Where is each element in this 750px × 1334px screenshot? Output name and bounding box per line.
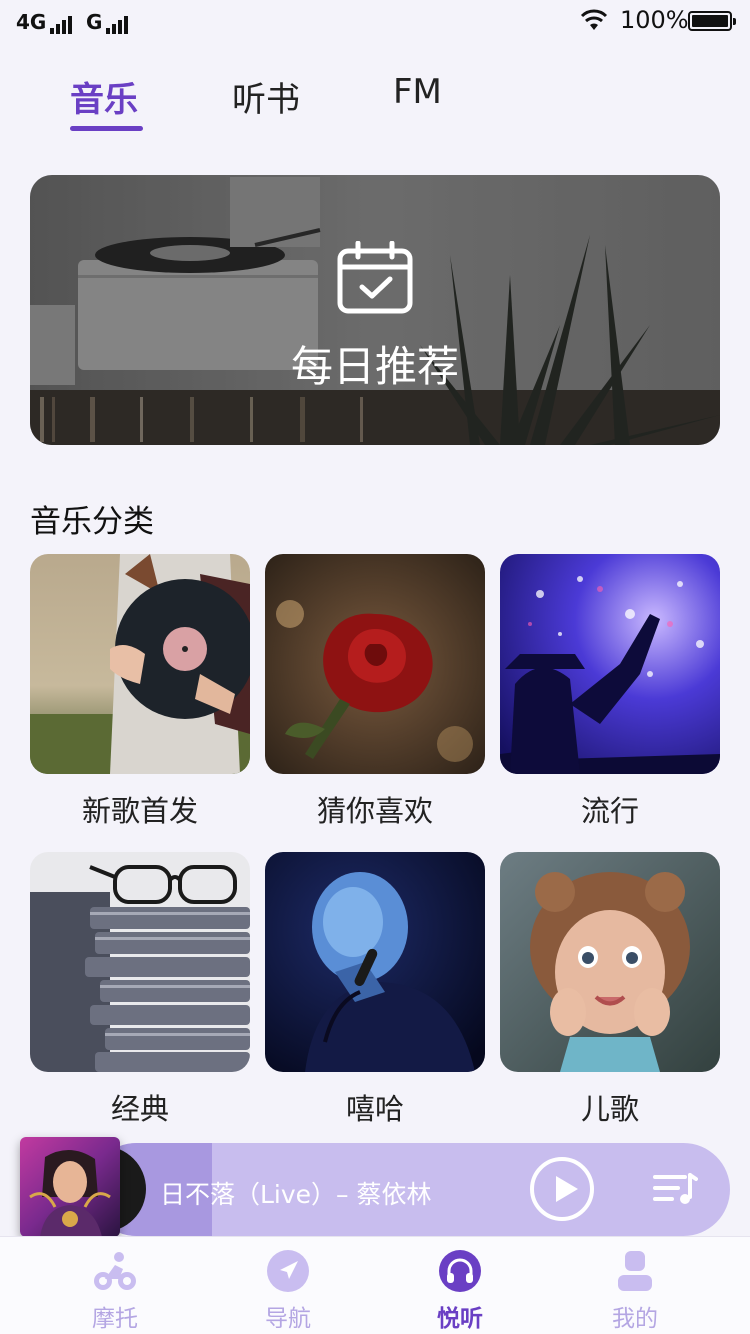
category-label: 嘻哈 [345, 1092, 404, 1126]
signal-bars-icon [50, 16, 73, 34]
battery-percentage: 100% [620, 6, 689, 34]
category-card-pop[interactable]: 流行 [500, 554, 720, 828]
bottom-navigation: 摩托 导航 悦听 我的 [0, 1236, 750, 1334]
category-label: 经典 [110, 1092, 169, 1126]
category-image [265, 852, 485, 1072]
category-label: 新歌首发 [81, 794, 198, 828]
nav-label: 悦听 [437, 1306, 483, 1332]
carrier-g-label: G [86, 10, 103, 34]
user-icon [618, 1251, 652, 1291]
category-image [265, 554, 485, 774]
play-icon [556, 1176, 578, 1202]
nav-label: 我的 [612, 1306, 658, 1332]
active-tab-indicator [70, 126, 143, 131]
signal-bars-icon [106, 16, 129, 34]
category-image [30, 852, 250, 1072]
mini-player[interactable]: 日不落（Live）– 蔡依林 [20, 1137, 730, 1237]
play-button[interactable] [530, 1157, 594, 1221]
daily-recommend-banner[interactable]: 每日推荐 [30, 175, 720, 445]
section-title: 音乐分类 [30, 504, 154, 540]
category-label: 儿歌 [580, 1092, 639, 1126]
nav-item-navigation[interactable]: 导航 [228, 1249, 348, 1333]
tab-music[interactable]: 音乐 [70, 72, 138, 121]
battery-icon [688, 11, 736, 31]
carrier-4g-label: 4G [16, 10, 47, 34]
tab-audiobook[interactable]: 听书 [232, 72, 300, 121]
category-image [500, 852, 720, 1072]
nav-label: 导航 [265, 1306, 311, 1332]
category-label: 流行 [580, 794, 639, 828]
signal-g: G [86, 10, 129, 34]
category-card-new-songs[interactable]: 新歌首发 [30, 554, 250, 828]
category-label: 猜你喜欢 [316, 794, 433, 828]
banner-title: 每日推荐 [290, 342, 459, 391]
nav-item-profile[interactable]: 我的 [575, 1249, 695, 1333]
motorcycle-icon [94, 1252, 136, 1290]
nav-item-listen[interactable]: 悦听 [400, 1249, 520, 1333]
category-card-kids-songs[interactable]: 儿歌 [500, 852, 720, 1126]
category-card-classic[interactable]: 经典 [30, 852, 250, 1126]
track-title: 日不落（Live）– 蔡依林 [160, 1180, 432, 1209]
playlist-icon[interactable] [652, 1171, 698, 1207]
nav-item-motorcycle[interactable]: 摩托 [55, 1249, 175, 1333]
category-card-hiphop[interactable]: 嘻哈 [265, 852, 485, 1126]
album-cover[interactable] [20, 1137, 120, 1237]
wifi-icon [580, 9, 608, 30]
category-image [500, 554, 720, 774]
category-card-guess-you-like[interactable]: 猜你喜欢 [265, 554, 485, 828]
signal-4g: 4G [16, 10, 73, 34]
calendar-check-icon [337, 241, 413, 314]
headphones-icon [439, 1250, 481, 1292]
nav-label: 摩托 [92, 1306, 138, 1332]
category-image [30, 554, 250, 774]
tab-fm[interactable]: FM [393, 72, 442, 112]
status-bar: 4G G 100% [0, 0, 750, 44]
navigation-icon [267, 1250, 309, 1292]
top-tabs: 音乐 听书 FM [0, 72, 750, 142]
